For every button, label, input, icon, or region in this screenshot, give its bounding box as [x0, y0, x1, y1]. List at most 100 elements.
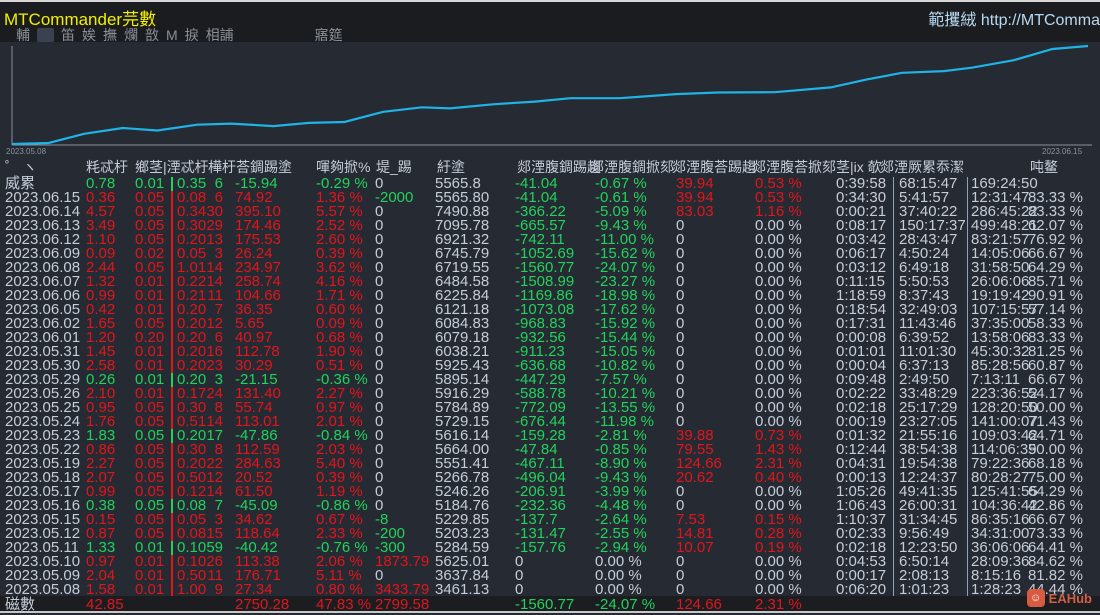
column-separator	[171, 555, 173, 569]
column-separator	[171, 583, 173, 597]
column-separator	[171, 233, 173, 247]
total-profit-pct: 47.83 %	[316, 596, 372, 613]
column-separator	[171, 303, 173, 317]
float-loss-cell: 0	[515, 581, 524, 598]
divider	[967, 415, 968, 429]
divider	[967, 219, 968, 233]
total-deposit: 2799.58	[375, 596, 430, 613]
divider	[967, 457, 968, 471]
column-separator	[171, 415, 173, 429]
column-separator	[171, 359, 173, 373]
column-header: ゜ ヽ	[5, 159, 37, 175]
column-separator	[171, 569, 173, 583]
equity-chart: 2023.05.08 2023.06.15	[0, 42, 1100, 160]
column-header: 樺杅荅錭踢塗	[208, 159, 292, 175]
site-link[interactable]: 範攫絨 http://MTComma	[928, 6, 1100, 30]
divider	[967, 191, 968, 205]
divider	[967, 471, 968, 485]
column-separator	[171, 471, 173, 485]
divider	[967, 485, 968, 499]
total-float-profit: 124.66	[676, 596, 722, 613]
divider	[967, 331, 968, 345]
divider	[967, 443, 968, 457]
column-separator	[171, 317, 173, 331]
total-profit: 2750.28	[235, 596, 290, 613]
column-separator	[171, 177, 173, 191]
color-swatch[interactable]	[37, 28, 54, 42]
column-header: 喗夠掀%	[316, 159, 371, 175]
divider	[967, 401, 968, 415]
deposit-cell: 1873.79	[375, 553, 430, 570]
daily-report-table: ゜ ヽ粍忒杅 鄉茎|湮忒杅 樺杅荅錭踢塗 喗夠掀% 堤_踢 紆塗 郯湮腹錭踢趨 郯湮腹錭掀郂郯…	[0, 160, 1100, 597]
divider	[967, 303, 968, 317]
totals-label: 磁數	[5, 596, 36, 613]
balance-cell: 3461.13	[435, 581, 490, 598]
toolbar-item[interactable]: M	[166, 27, 178, 43]
column-separator	[171, 373, 173, 387]
divider	[967, 261, 968, 275]
total-lots: 42.85	[86, 596, 124, 613]
lots-cell: 1.58	[86, 581, 116, 598]
column-separator	[171, 513, 173, 527]
divider	[967, 289, 968, 303]
column-header: 吨鳌	[1030, 159, 1058, 175]
divider	[967, 373, 968, 387]
divider	[967, 583, 968, 597]
table-row[interactable]: 2023.05.08 1.58 0.01 1.00 9 27.34 0.80 % 3433.7…	[0, 581, 1100, 598]
column-header: 郯湮腹錭踢趨	[517, 159, 601, 175]
divider	[967, 247, 968, 261]
column-separator	[171, 429, 173, 443]
column-separator	[171, 527, 173, 541]
deposit-cell: 3433.79	[375, 581, 430, 598]
divider	[967, 527, 968, 541]
total-float-loss: -1560.77	[515, 596, 575, 613]
column-separator	[171, 443, 173, 457]
divider	[967, 233, 968, 247]
column-divider	[893, 177, 894, 596]
divider	[967, 513, 968, 527]
column-separator	[171, 191, 173, 205]
min-lot-cell: 0.01	[135, 581, 165, 598]
date-cell: 2023.05.08	[5, 581, 81, 598]
column-header: 堤_踢	[376, 159, 412, 175]
divider	[967, 205, 968, 219]
float-profit-pct-cell: 0.00 %	[755, 581, 802, 598]
x-tick-label: 2023.05.08	[6, 147, 47, 156]
column-separator	[171, 205, 173, 219]
float-loss-pct-cell: 0.00 %	[595, 581, 642, 598]
divider	[967, 555, 968, 569]
column-header: 鄉茎|湮忒杅	[135, 159, 209, 175]
divider	[967, 359, 968, 373]
divider	[967, 317, 968, 331]
column-header: 茎|ix 欹	[836, 159, 882, 175]
float-profit-cell: 0	[676, 581, 685, 598]
column-header: 郯湮腹荅掀郂	[752, 159, 836, 175]
column-header: 郯湮腹荅踢趨	[672, 159, 756, 175]
divider	[967, 429, 968, 443]
column-separator	[171, 247, 173, 261]
watermark: ☺ EAHub	[1026, 589, 1092, 607]
divider	[967, 541, 968, 555]
watermark-text: EAHub	[1048, 590, 1092, 606]
total-float-loss-pct: -24.07 %	[595, 596, 656, 613]
column-separator	[171, 457, 173, 471]
column-separator	[171, 387, 173, 401]
profit-cell: 27.34	[235, 581, 273, 598]
trade-count-cell: 9	[214, 581, 223, 598]
avg-hold-cell: 0:06:20	[836, 581, 887, 598]
divider	[967, 387, 968, 401]
divider	[967, 569, 968, 583]
profit-pct-cell: 0.80 %	[316, 581, 363, 598]
max-hold-cell: 1:28:23	[971, 581, 1022, 598]
column-separator	[171, 485, 173, 499]
column-header: 紆塗	[437, 159, 465, 175]
column-separator	[171, 401, 173, 415]
max-lot-cell: 1.00	[177, 581, 207, 598]
column-separator	[171, 499, 173, 513]
divider	[967, 345, 968, 359]
column-separator	[171, 219, 173, 233]
hold-time-cell: 1:01:23	[899, 581, 950, 598]
robot-icon: ☺	[1026, 589, 1045, 607]
column-separator	[171, 331, 173, 345]
column-separator	[171, 541, 173, 555]
